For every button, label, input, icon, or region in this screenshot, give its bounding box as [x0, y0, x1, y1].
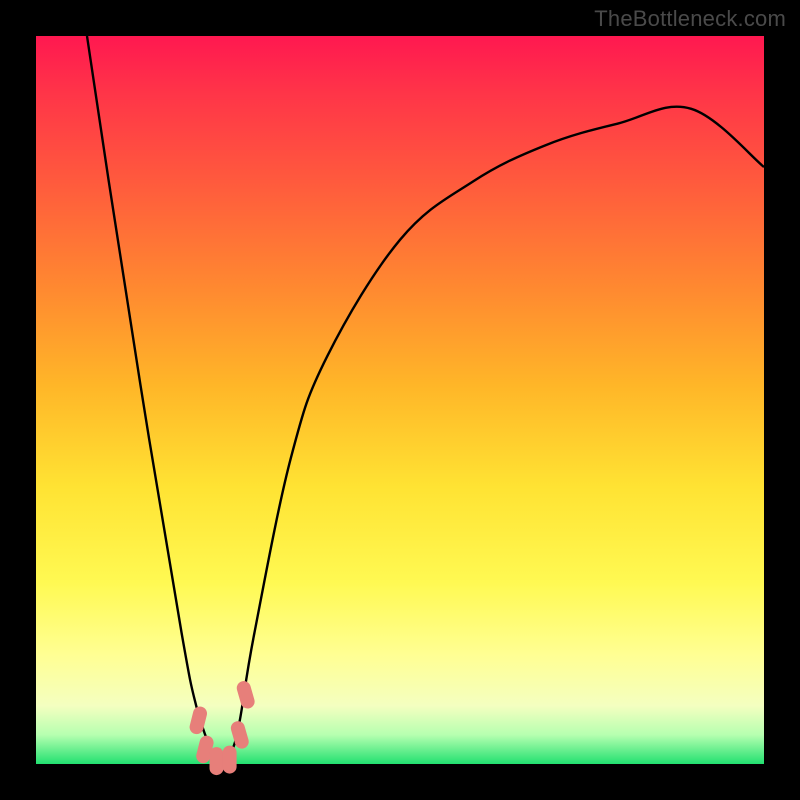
- trough-marker: [188, 705, 208, 736]
- trough-markers: [188, 679, 256, 775]
- watermark-text: TheBottleneck.com: [594, 6, 786, 32]
- curve-path: [87, 36, 764, 766]
- chart-frame: TheBottleneck.com: [0, 0, 800, 800]
- bottleneck-curve: [87, 36, 764, 766]
- curve-layer: [36, 36, 764, 764]
- trough-marker: [223, 746, 237, 774]
- trough-marker: [210, 747, 224, 775]
- plot-area: [36, 36, 764, 764]
- trough-marker: [235, 679, 256, 710]
- trough-marker: [229, 720, 250, 751]
